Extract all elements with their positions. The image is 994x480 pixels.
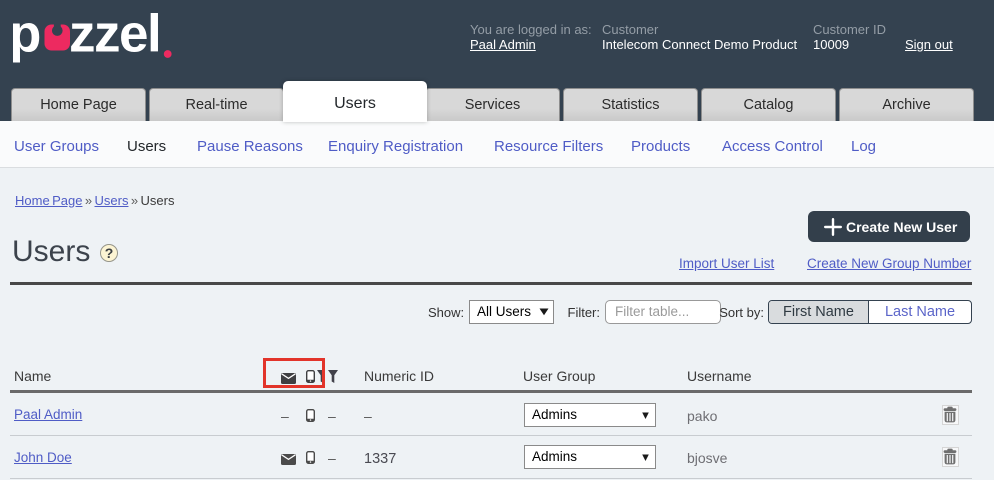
svg-text:zzel: zzel bbox=[69, 8, 160, 64]
svg-text:p: p bbox=[13, 8, 40, 64]
